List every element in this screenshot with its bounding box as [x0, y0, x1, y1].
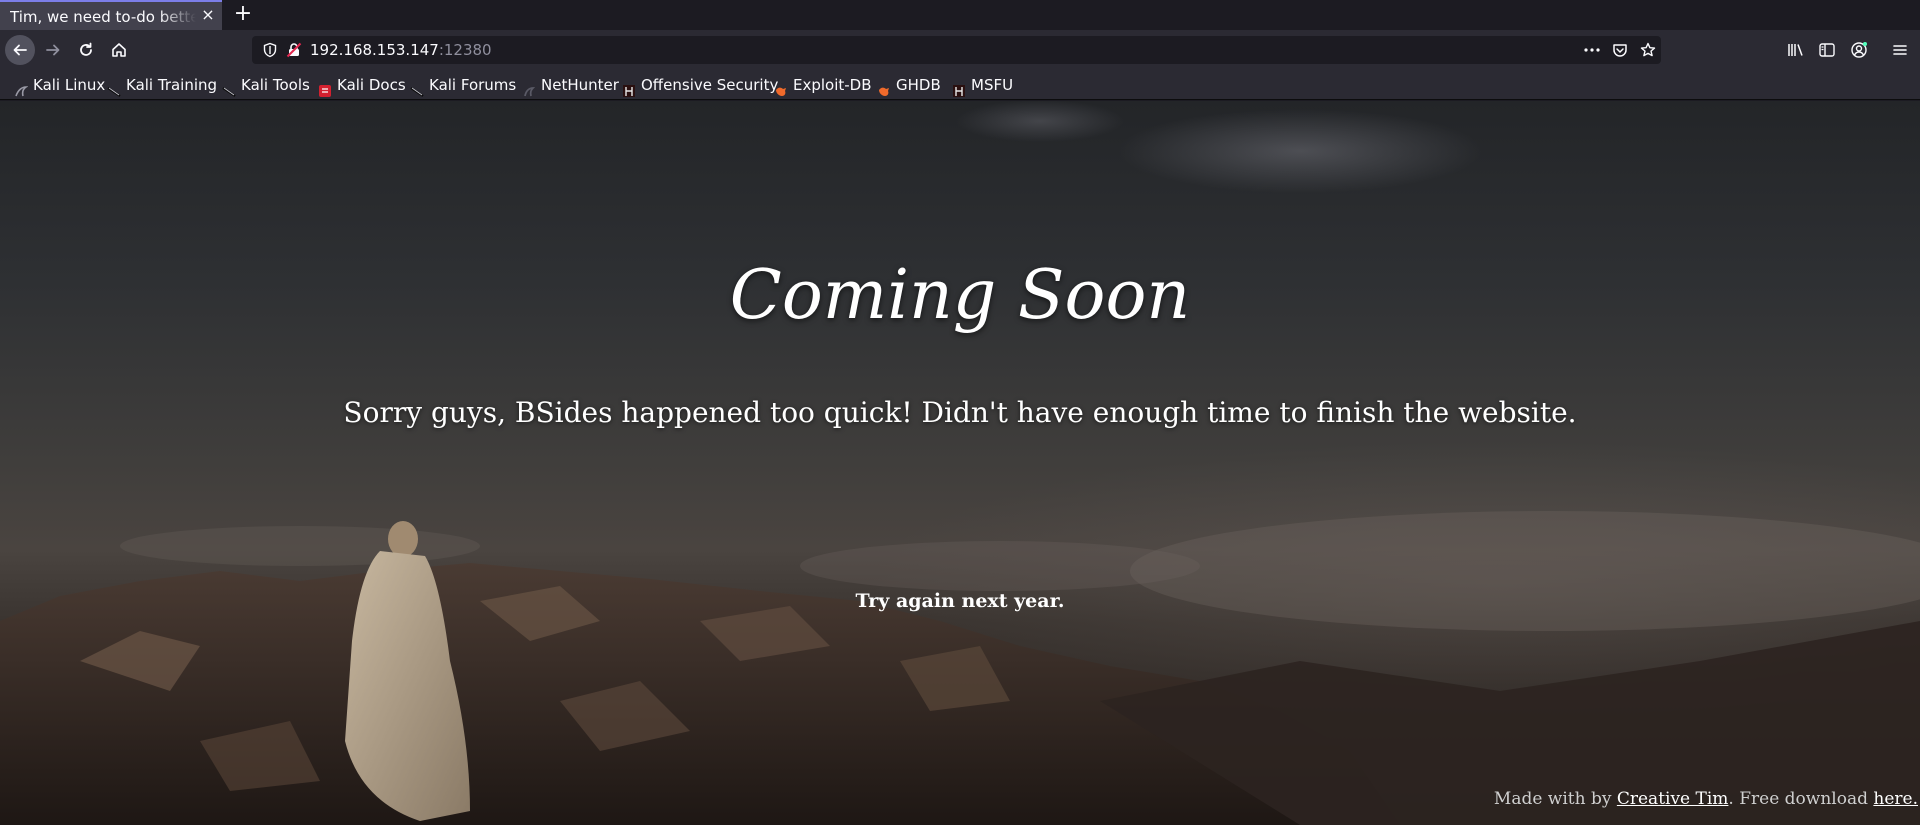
back-button[interactable]: [5, 35, 35, 65]
hamburger-menu-icon[interactable]: [1888, 37, 1912, 63]
insecure-lock-icon[interactable]: [286, 42, 302, 58]
bookmark-label: NetHunter: [541, 76, 619, 94]
forward-button[interactable]: [38, 35, 68, 65]
exploitdb-icon: [774, 78, 788, 96]
kali-dragon-icon: [222, 78, 236, 97]
bookmark-item[interactable]: Kali Forums: [410, 70, 516, 100]
bookmark-item[interactable]: Kali Training: [107, 70, 217, 100]
try-again-text: Try again next year.: [855, 590, 1065, 612]
forward-arrow-icon: [46, 44, 60, 56]
bookmark-item[interactable]: NetHunter: [522, 70, 619, 100]
bookmark-label: MSFU: [971, 76, 1014, 94]
offsec-icon: [952, 78, 966, 97]
bookmark-label: GHDB: [896, 76, 941, 94]
offsec-icon: [622, 78, 636, 97]
home-icon: [112, 43, 126, 57]
background-landscape-image: [0, 511, 1920, 825]
reload-icon: [80, 42, 92, 56]
back-arrow-icon: [13, 44, 27, 56]
tracking-shield-icon[interactable]: [262, 42, 278, 58]
bookmark-item[interactable]: MSFU: [952, 70, 1013, 100]
bookmark-label: Kali Docs: [337, 76, 406, 94]
bookmark-label: Kali Tools: [241, 76, 310, 94]
download-link[interactable]: here.: [1873, 789, 1918, 809]
library-icon[interactable]: [1784, 37, 1808, 63]
bookmark-label: Kali Linux: [33, 76, 106, 94]
new-tab-button[interactable]: +: [230, 0, 256, 30]
bookmarks-toolbar: Kali Linux Kali Training Kali Tools Kali…: [0, 70, 1920, 100]
url-host: 192.168.153.147: [310, 41, 439, 59]
bookmark-label: Offensive Security: [641, 76, 779, 94]
exploitdb-icon: [877, 78, 891, 96]
page-subtitle: Sorry guys, BSides happened too quick! D…: [343, 396, 1577, 429]
footer-prefix: Made with by: [1493, 789, 1617, 809]
address-bar[interactable]: 192.168.153.147:12380: [252, 36, 1661, 64]
bookmark-item[interactable]: GHDB: [877, 70, 941, 100]
url-port: :12380: [438, 41, 492, 59]
bookmark-item[interactable]: Kali Tools: [222, 70, 310, 100]
tab-strip: Tim, we need to-do better ne × +: [0, 0, 1920, 30]
bookmark-item[interactable]: Kali Linux: [14, 70, 105, 100]
sidebar-toggle-icon[interactable]: [1815, 37, 1839, 63]
kali-docs-icon: [318, 78, 332, 97]
bookmark-label: Kali Training: [126, 76, 218, 94]
bookmark-label: Exploit-DB: [793, 76, 872, 94]
url-text[interactable]: 192.168.153.147:12380: [310, 36, 492, 64]
bookmark-item[interactable]: Kali Docs: [318, 70, 406, 100]
kali-dragon-icon: [14, 78, 29, 97]
tab-title: Tim, we need to-do better ne: [10, 8, 196, 26]
page-viewport: Coming Soon Sorry guys, BSides happened …: [0, 101, 1920, 825]
nethunter-icon: [522, 78, 536, 97]
tab-close-icon[interactable]: ×: [200, 2, 216, 30]
bookmark-item[interactable]: Offensive Security: [622, 70, 778, 100]
bookmark-star-icon[interactable]: [1639, 42, 1657, 58]
page-headline: Coming Soon: [729, 256, 1191, 335]
kali-dragon-icon: [410, 78, 424, 97]
home-button[interactable]: [104, 35, 134, 65]
kali-dragon-icon: [107, 78, 121, 97]
footer-credit: Made with by Creative Tim. Free download…: [1494, 789, 1918, 809]
reload-button[interactable]: [71, 35, 101, 65]
creative-tim-link[interactable]: Creative Tim: [1617, 789, 1729, 809]
account-icon[interactable]: [1847, 37, 1871, 63]
pocket-icon[interactable]: [1611, 42, 1629, 58]
footer-middle: . Free download: [1728, 789, 1874, 809]
bookmark-item[interactable]: Exploit-DB: [774, 70, 872, 100]
bookmark-label: Kali Forums: [429, 76, 517, 94]
tab-active[interactable]: Tim, we need to-do better ne ×: [0, 0, 222, 30]
page-actions-menu-icon[interactable]: [1583, 42, 1601, 58]
